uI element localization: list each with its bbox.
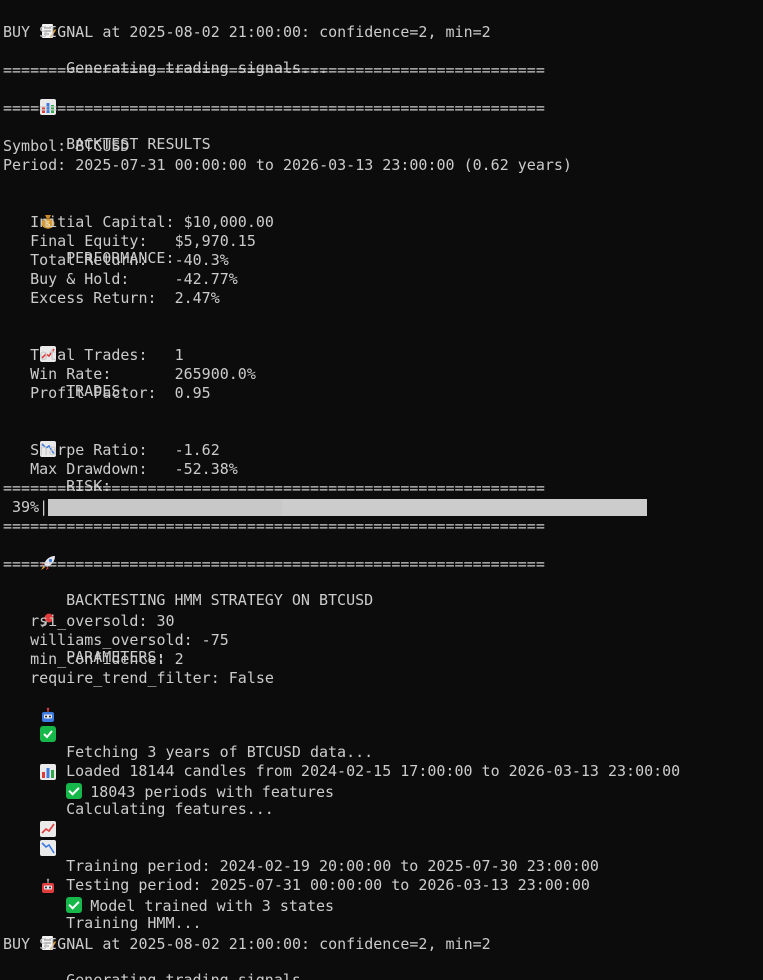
- param-rsi-oversold: rsi_oversold: 30: [3, 612, 175, 630]
- log-line-testing-period: Testing period: 2025-07-31 00:00:00 to 2…: [3, 821, 590, 894]
- check-mark-icon: [66, 783, 83, 799]
- period-line: Period: 2025-07-31 00:00:00 to 2026-03-1…: [3, 156, 572, 174]
- section-parameters: PARAMETERS:: [3, 593, 165, 666]
- separator-line: ========================================…: [3, 99, 545, 117]
- buy-hold-line: Buy & Hold: -42.77%: [3, 270, 238, 288]
- log-line-periods: 18043 periods with features: [3, 764, 334, 801]
- log-line-generating: Generating trading signals...: [3, 4, 328, 77]
- check-mark-icon: [39, 726, 59, 742]
- log-line-calculating: Calculating features...: [3, 745, 274, 818]
- progress-fill: [48, 499, 282, 516]
- log-line-loaded: Loaded 18144 candles from 2024-02-15 17:…: [3, 707, 680, 780]
- progress-bar-row: 39%|: [0, 498, 763, 517]
- win-rate-line: Win Rate: 265900.0%: [3, 365, 256, 383]
- total-trades-line: Total Trades: 1: [3, 346, 184, 364]
- terminal-window[interactable]: Generating trading signals... BUY SIGNAL…: [0, 0, 763, 980]
- log-line-training-hmm: Training HMM...: [3, 859, 202, 932]
- log-line-buy-signal-2: BUY SIGNAL at 2025-08-02 21:00:00: confi…: [3, 935, 491, 953]
- chart-decreasing-icon: [39, 840, 59, 856]
- log-line-buy-signal: BUY SIGNAL at 2025-08-02 21:00:00: confi…: [3, 23, 491, 41]
- check-mark-icon: [66, 897, 83, 913]
- final-equity-line: Final Equity: $5,970.15: [3, 232, 256, 250]
- symbol-line: Symbol: BTCUSD: [3, 137, 130, 155]
- section-backtesting: BACKTESTING HMM STRATEGY ON BTCUSD: [3, 536, 373, 609]
- separator-line: ========================================…: [3, 61, 545, 79]
- section-trades: TRADES:: [3, 327, 129, 400]
- param-min-confidence: min_confidence: 2: [3, 650, 184, 668]
- separator-line: ========================================…: [3, 555, 545, 573]
- progress-bar: [48, 499, 647, 516]
- excess-return-line: Excess Return: 2.47%: [3, 289, 220, 307]
- total-return-line: Total Return: -40.3%: [3, 251, 229, 269]
- log-line-generating-2: Generating trading signals...: [3, 916, 328, 980]
- sharpe-ratio-line: Sharpe Ratio: -1.62: [3, 441, 220, 459]
- param-williams-oversold: williams_oversold: -75: [3, 631, 229, 649]
- max-drawdown-line: Max Drawdown: -52.38%: [3, 460, 238, 478]
- separator-line: ========================================…: [3, 479, 545, 497]
- section-risk: RISK:: [3, 422, 111, 495]
- log-line-model-trained: Model trained with 3 states: [3, 878, 334, 915]
- section-performance: $ PERFORMANCE:: [3, 194, 175, 267]
- profit-factor-line: Profit Factor: 0.95: [3, 384, 211, 402]
- param-require-trend-filter: require_trend_filter: False: [3, 669, 274, 687]
- progress-percent: 39%|: [12, 498, 49, 516]
- log-line-training-period: Training period: 2024-02-19 20:00:00 to …: [3, 802, 599, 875]
- initial-capital-line: Initial Capital: $10,000.00: [3, 213, 274, 231]
- section-backtest-results: BACKTEST RESULTS: [3, 80, 211, 153]
- separator-line: ========================================…: [3, 517, 545, 535]
- log-line-fetching: Fetching 3 years of BTCUSD data...: [3, 688, 373, 761]
